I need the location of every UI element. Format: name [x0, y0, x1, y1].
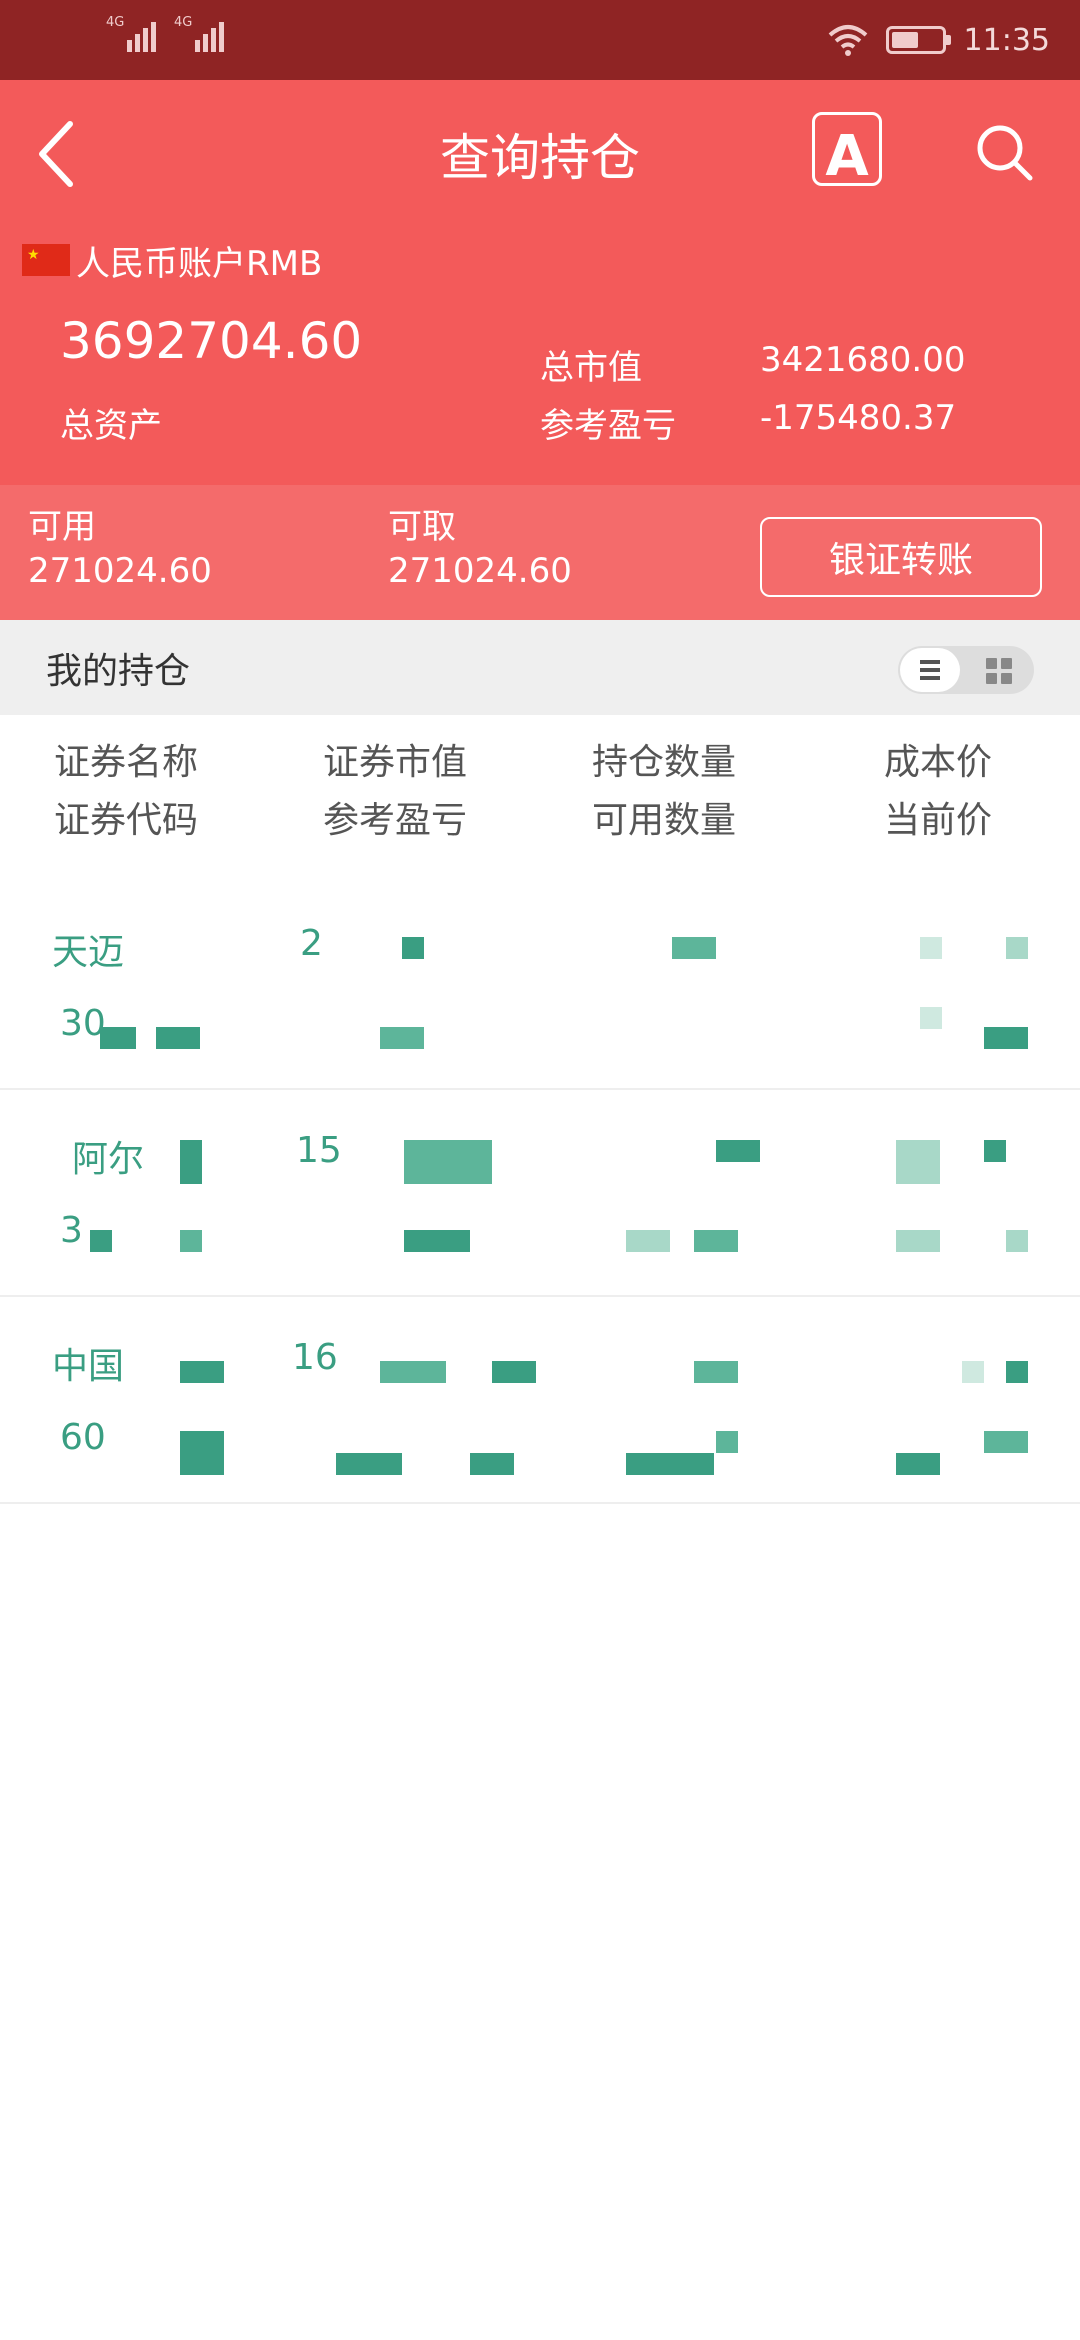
status-time: 11:35	[963, 22, 1050, 58]
network-type-label: 4G	[106, 15, 125, 30]
holding-name: 天迈	[52, 932, 125, 973]
search-icon	[977, 125, 1033, 181]
china-flag-icon: ★	[22, 244, 70, 276]
battery-icon	[885, 26, 951, 54]
col-position-qty: 持仓数量	[592, 742, 737, 783]
holding-row[interactable]: 天迈 30 2	[0, 885, 1080, 1090]
total-assets-value: 3692704.60	[60, 312, 363, 370]
holding-name: 阿尔	[72, 1139, 145, 1180]
col-available-qty: 可用数量	[592, 800, 737, 841]
funds-band: 可用 271024.60 可取 271024.60 银证转账	[0, 485, 1080, 620]
account-label: 人民币账户RMB	[76, 243, 323, 284]
holding-code: 3	[60, 1210, 83, 1251]
holding-name: 中国	[52, 1346, 125, 1387]
signal-icon: 4G	[174, 15, 225, 52]
holding-market-value: 16	[292, 1337, 338, 1378]
withdrawable-value: 271024.60	[388, 551, 572, 591]
font-size-button[interactable]: A	[812, 112, 882, 189]
col-pnl: 参考盈亏	[323, 800, 468, 841]
market-value: 3421680.00	[760, 340, 966, 380]
search-button[interactable]	[970, 118, 1040, 188]
col-name: 证券名称	[54, 742, 199, 783]
holding-row[interactable]: 中国 60 16	[0, 1299, 1080, 1504]
holdings-section-header: 我的持仓	[0, 620, 1080, 715]
holding-code: 30	[60, 1003, 106, 1044]
col-cost-price: 成本价	[884, 742, 993, 783]
list-view-icon[interactable]	[900, 648, 960, 692]
font-size-icon: A	[825, 124, 869, 189]
bank-transfer-button[interactable]: 银证转账	[760, 517, 1042, 597]
col-code: 证券代码	[54, 800, 199, 841]
col-market-value: 证券市值	[323, 742, 468, 783]
pnl-label: 参考盈亏	[540, 406, 676, 446]
network-type-label: 4G	[174, 15, 193, 30]
holding-market-value: 15	[296, 1130, 342, 1171]
total-assets-label: 总资产	[60, 406, 162, 446]
status-bar: 4G 4G 11:35	[0, 0, 1080, 80]
grid-view-icon[interactable]	[986, 658, 1012, 684]
available-value: 271024.60	[28, 551, 212, 591]
account-selector[interactable]: ★ 人民币账户RMB	[22, 235, 322, 285]
withdrawable-label: 可取	[388, 507, 456, 547]
pnl-value: -175480.37	[760, 398, 957, 438]
view-toggle[interactable]	[898, 646, 1034, 694]
holding-row[interactable]: 阿尔 3 15	[0, 1092, 1080, 1297]
account-header: 查询持仓 A ★ 人民币账户RMB 3692704.60 总资产 总市值 342…	[0, 80, 1080, 485]
available-label: 可用	[28, 507, 96, 547]
holding-code: 60	[60, 1417, 106, 1458]
section-title: 我的持仓	[46, 651, 191, 692]
holding-market-value: 2	[300, 923, 323, 964]
col-current-price: 当前价	[884, 800, 993, 841]
page-title: 查询持仓	[440, 129, 640, 187]
market-value-label: 总市值	[540, 348, 642, 388]
holdings-column-headers: 证券名称 证券代码 证券市值 参考盈亏 持仓数量 可用数量 成本价 当前价	[0, 735, 1080, 855]
signal-icon: 4G	[106, 15, 157, 52]
wifi-icon	[828, 25, 867, 56]
